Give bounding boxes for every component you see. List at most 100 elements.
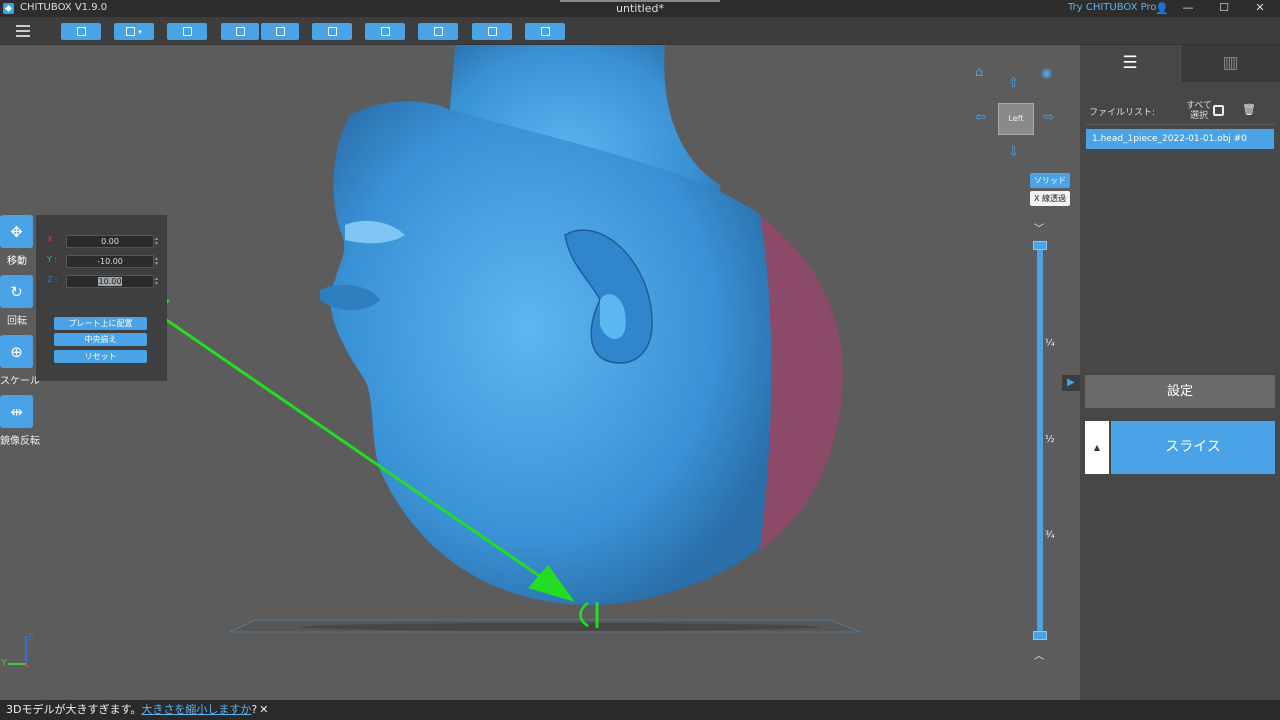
view-right-arrow-icon[interactable]: ⇨ [1043,110,1054,125]
document-title: untitled* [616,2,664,15]
z-axis-label: Z [27,632,34,643]
save-button[interactable]: ▾ [114,23,154,40]
export-button[interactable] [525,23,565,40]
slider-tick-three-quarter: ¾ [1045,530,1055,541]
list-settings-icon: ☰ [1122,53,1138,73]
tab-model-settings[interactable]: ☰ [1080,45,1180,82]
solid-view-button[interactable]: ソリッド [1030,173,1070,188]
right-panel: ☰ ▥ ファイルリスト: すべて選択 🗑 1.head_1piece_2022-… [1062,45,1280,700]
open-file-button[interactable] [61,23,101,40]
file-list-item[interactable]: 1.head_1piece_2022-01-01.obj #0 [1086,129,1274,149]
status-close-icon[interactable]: ✕ [259,703,268,716]
slice-options-expander[interactable]: ▲ [1085,421,1109,474]
import-icon [182,27,192,36]
z-input[interactable]: 10.00 [66,275,154,288]
mirror-icon: ⇹ [10,402,23,421]
scale-icon: ⊕ [10,342,23,361]
status-bar: 3Dモデルが大きすぎます。大きさを縮小しますか? ✕ [0,700,1280,720]
try-pro-link[interactable]: Try CHITUBOX Pro [1068,2,1157,13]
hollow-button[interactable] [418,23,458,40]
mirror-tool-button[interactable]: ⇹ [0,395,33,428]
auto-support-button[interactable] [365,23,405,40]
export-icon [540,27,550,36]
layer-slider-track[interactable] [1037,245,1043,635]
move-icon: ✥ [10,222,23,241]
view-cube-face[interactable]: Left [998,103,1034,135]
file-list-label: ファイルリスト: [1089,108,1156,118]
file-list-divider [1086,124,1276,125]
center-button[interactable]: 中央揃え [54,333,147,346]
home-view-icon[interactable]: ⌂ [975,65,983,80]
rotate-icon: ↻ [10,282,23,301]
select-all-checkbox[interactable] [1213,105,1224,116]
y-input[interactable]: -10.00 [66,255,154,268]
view-bottom-arrow-icon[interactable]: ⇩ [1008,145,1019,160]
layout-icon [327,27,337,36]
layer-slider-bottom-handle[interactable] [1033,631,1047,640]
layer-slider-top-handle[interactable] [1033,241,1047,250]
move-tool-button[interactable]: ✥ [0,215,33,248]
panel-collapse-arrow-icon[interactable]: ▶ [1062,375,1080,391]
minimize-icon[interactable]: — [1173,0,1203,17]
hollow-icon [433,27,443,36]
xray-view-button[interactable]: X 線透過 [1030,191,1070,206]
view-top-arrow-icon[interactable]: ⇧ [1008,76,1019,91]
y-row: Y : -10.00 ▴ ▾ [46,255,161,269]
slider-tick-quarter: ¼ [1045,338,1055,349]
undo-icon [235,27,245,36]
shrink-model-link[interactable]: 大きさを縮小しますか [141,703,251,716]
layout-button[interactable] [312,23,352,40]
slider-expand-chevron-icon[interactable]: ︿ [1034,647,1044,662]
folder-icon [76,27,86,36]
z-row: Z : 10.00 ▴ ▾ [46,275,161,289]
x-spinner-icon[interactable]: ▴ ▾ [155,236,158,247]
undo-button[interactable] [221,23,259,40]
save-icon [126,27,136,36]
support-icon [380,27,390,36]
chevron-down-icon: ▾ [138,27,142,36]
z-spinner-icon[interactable]: ▴ ▾ [155,276,158,287]
scale-tool-button[interactable]: ⊕ [0,335,33,368]
user-icon[interactable]: 👤 [1155,2,1169,15]
y-label: Y : [47,255,58,264]
view-left-arrow-icon[interactable]: ⇦ [975,110,986,125]
tab-support[interactable]: ▥ [1180,45,1280,82]
eye-icon[interactable]: ◉ [1041,66,1052,81]
scale-tool-label: スケール [0,376,40,387]
y-axis-label: Y [0,658,8,669]
rotate-tool-button[interactable]: ↻ [0,275,33,308]
x-row: X 0.00 ▴ ▾ [46,235,161,249]
x-input[interactable]: 0.00 [66,235,154,248]
x-label: X [47,235,53,244]
place-on-plate-button[interactable]: プレート上に配置 [54,317,147,330]
chitubox-logo-icon [3,3,14,14]
hamburger-menu-icon[interactable] [16,25,30,37]
support-structure-icon: ▥ [1222,53,1239,73]
import-model-button[interactable] [167,23,207,40]
redo-button[interactable] [261,23,299,40]
slice-button[interactable]: スライス [1111,421,1275,474]
reset-button[interactable]: リセット [54,350,147,363]
select-all-label[interactable]: すべて選択 [1184,101,1214,121]
main-toolbar: ▾ [0,17,1280,45]
status-question-mark: ? [251,703,258,716]
settings-button[interactable]: 設定 [1085,375,1275,408]
drill-icon [487,27,497,36]
drill-button[interactable] [472,23,512,40]
status-message: 3Dモデルが大きすぎます。 [6,703,142,716]
slider-tick-half: ½ [1045,434,1055,445]
maximize-icon[interactable]: ☐ [1209,0,1239,17]
move-panel: X 0.00 ▴ ▾ Y : -10.00 ▴ ▾ Z : 10.00 ▴ ▾ プレー… [36,215,167,381]
redo-icon [275,27,285,36]
z-input-value: 10.00 [97,277,123,286]
trash-icon[interactable]: 🗑 [1242,103,1256,116]
slider-collapse-chevron-icon[interactable]: ﹀ [1034,220,1044,235]
y-spinner-icon[interactable]: ▴ ▾ [155,256,158,267]
mirror-tool-label: 鏡像反転 [0,436,40,447]
z-label: Z : [47,275,58,284]
model-shadow [300,623,820,631]
title-bar: CHITUBOX V1.9.0 untitled* Try CHITUBOX P… [0,0,1280,17]
close-icon[interactable]: ✕ [1245,0,1275,17]
app-title: CHITUBOX V1.9.0 [20,2,108,13]
x-axis-line [25,663,29,669]
